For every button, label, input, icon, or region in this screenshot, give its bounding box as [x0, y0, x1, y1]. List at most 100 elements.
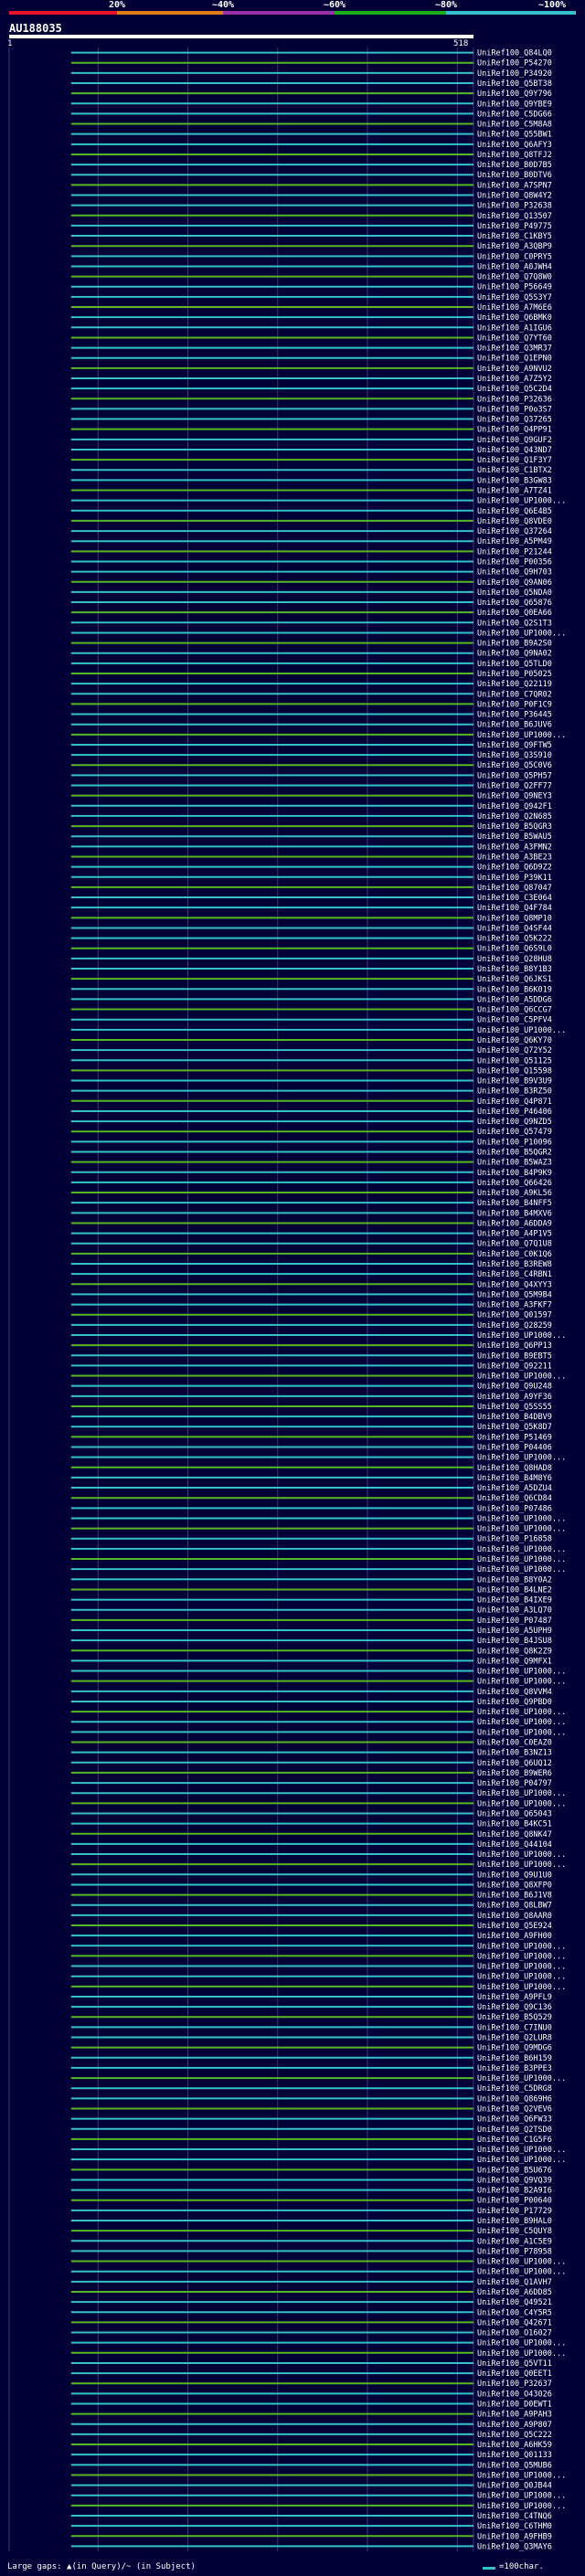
- hit-label[interactable]: UniRef100_UP1000...: [477, 1678, 566, 1687]
- hit-label[interactable]: UniRef100_A1C5E9: [477, 2237, 552, 2246]
- hit-label[interactable]: UniRef100_Q72Y52: [477, 1046, 552, 1055]
- hit-label[interactable]: UniRef100_C4Y5R5: [477, 2308, 552, 2317]
- hit-label[interactable]: UniRef100_Q0EA66: [477, 609, 552, 618]
- hit-label[interactable]: UniRef100_Q6CD84: [477, 1494, 552, 1503]
- hit-label[interactable]: UniRef100_Q8MP10: [477, 914, 552, 923]
- hit-label[interactable]: UniRef100_Q3S910: [477, 751, 552, 760]
- hit-label[interactable]: UniRef100_C4RBN1: [477, 1270, 552, 1279]
- hit-label[interactable]: UniRef100_UP1000...: [477, 1983, 566, 1992]
- hit-label[interactable]: UniRef100_UP1000...: [477, 1728, 566, 1737]
- hit-label[interactable]: UniRef100_Q4XYY3: [477, 1280, 552, 1289]
- hit-label[interactable]: UniRef100_UP1000...: [477, 2146, 566, 2155]
- hit-label[interactable]: UniRef100_UP1000...: [477, 1555, 566, 1564]
- hit-label[interactable]: UniRef100_Q6S9L0: [477, 945, 552, 954]
- hit-label[interactable]: UniRef100_Q4PP91: [477, 426, 552, 435]
- hit-label[interactable]: UniRef100_A9PFL9: [477, 1993, 552, 2002]
- hit-label[interactable]: UniRef100_Q55BW1: [477, 131, 552, 140]
- hit-label[interactable]: UniRef100_UP1000...: [477, 1565, 566, 1574]
- hit-label[interactable]: UniRef100_B9V3U9: [477, 1077, 552, 1087]
- hit-label[interactable]: UniRef100_P32638: [477, 202, 552, 211]
- hit-label[interactable]: UniRef100_Q9GUF2: [477, 436, 552, 445]
- hit-label[interactable]: UniRef100_UP1000...: [477, 1963, 566, 1972]
- hit-label[interactable]: UniRef100_UP1000...: [477, 1026, 566, 1035]
- hit-label[interactable]: UniRef100_Q8AAR0: [477, 1912, 552, 1921]
- hit-label[interactable]: UniRef100_B4LNE2: [477, 1585, 552, 1595]
- hit-label[interactable]: UniRef100_B3RZ50: [477, 1087, 552, 1097]
- hit-label[interactable]: UniRef100_B0DTV6: [477, 171, 552, 180]
- hit-label[interactable]: UniRef100_A9FHB9: [477, 2532, 552, 2541]
- hit-label[interactable]: UniRef100_Q3MR37: [477, 345, 552, 354]
- hit-label[interactable]: UniRef100_C0K1Q6: [477, 1250, 552, 1259]
- hit-label[interactable]: UniRef100_UP1000...: [477, 2349, 566, 2359]
- hit-label[interactable]: UniRef100_B9EBT5: [477, 1352, 552, 1361]
- hit-label[interactable]: UniRef100_A9YF36: [477, 1393, 552, 1402]
- hit-label[interactable]: UniRef100_Q8HAD8: [477, 1464, 552, 1473]
- hit-label[interactable]: UniRef100_P07486: [477, 1504, 552, 1513]
- hit-label[interactable]: UniRef100_P32637: [477, 2380, 552, 2389]
- hit-label[interactable]: UniRef100_B5Q529: [477, 2013, 552, 2022]
- hit-label[interactable]: UniRef100_Q6UQ12: [477, 1759, 552, 1768]
- hit-label[interactable]: UniRef100_Q28HU8: [477, 955, 552, 964]
- hit-label[interactable]: UniRef100_B8Y0A2: [477, 1575, 552, 1585]
- hit-label[interactable]: UniRef100_Q9YBE9: [477, 100, 552, 109]
- hit-label[interactable]: UniRef100_UP1000...: [477, 1708, 566, 1717]
- hit-label[interactable]: UniRef100_Q5MUB6: [477, 2461, 552, 2470]
- hit-label[interactable]: UniRef100_P51469: [477, 1433, 552, 1442]
- hit-label[interactable]: UniRef100_Q9PBD0: [477, 1698, 552, 1707]
- hit-label[interactable]: UniRef100_C6THM0: [477, 2522, 552, 2531]
- hit-label[interactable]: UniRef100_UP1000...: [477, 2074, 566, 2083]
- hit-label[interactable]: UniRef100_P54270: [477, 59, 552, 69]
- hit-label[interactable]: UniRef100_Q2N685: [477, 812, 552, 822]
- hit-label[interactable]: UniRef100_B4MXV6: [477, 1209, 552, 1218]
- hit-label[interactable]: UniRef100_A3LQ70: [477, 1606, 552, 1616]
- hit-label[interactable]: UniRef100_Q6D9Z2: [477, 864, 552, 873]
- hit-label[interactable]: UniRef100_A5UPH9: [477, 1627, 552, 1636]
- hit-label[interactable]: UniRef100_Q9FTW5: [477, 741, 552, 750]
- hit-label[interactable]: UniRef100_A4P1V5: [477, 1230, 552, 1239]
- hit-label[interactable]: UniRef100_B3PPE3: [477, 2064, 552, 2073]
- hit-label[interactable]: UniRef100_A6DDA9: [477, 1219, 552, 1228]
- hit-label[interactable]: UniRef100_A7TZ41: [477, 487, 552, 496]
- hit-label[interactable]: UniRef100_C5DG66: [477, 110, 552, 119]
- hit-label[interactable]: UniRef100_Q6JKS1: [477, 975, 552, 984]
- hit-label[interactable]: UniRef100_Q9Y796: [477, 90, 552, 99]
- hit-label[interactable]: UniRef100_A3FMN2: [477, 843, 552, 852]
- hit-label[interactable]: UniRef100_UP1000...: [477, 2268, 566, 2277]
- hit-label[interactable]: UniRef100_Q0JB44: [477, 2482, 552, 2491]
- hit-label[interactable]: UniRef100_D0EWT1: [477, 2400, 552, 2409]
- hit-label[interactable]: UniRef100_A3FKF7: [477, 1301, 552, 1310]
- hit-label[interactable]: UniRef100_B5WAU5: [477, 832, 552, 842]
- hit-label[interactable]: UniRef100_Q84LQ0: [477, 49, 552, 58]
- hit-label[interactable]: UniRef100_Q5M9B4: [477, 1290, 552, 1299]
- hit-label[interactable]: UniRef100_P0o3S7: [477, 405, 552, 414]
- hit-label[interactable]: UniRef100_Q49521: [477, 2298, 552, 2307]
- hit-label[interactable]: UniRef100_Q65043: [477, 1809, 552, 1818]
- hit-label[interactable]: UniRef100_A9FH00: [477, 1932, 552, 1941]
- hit-label[interactable]: UniRef100_UP1000...: [477, 1973, 566, 1982]
- hit-label[interactable]: UniRef100_Q01133: [477, 2451, 552, 2460]
- hit-label[interactable]: UniRef100_Q5C222: [477, 2431, 552, 2440]
- hit-label[interactable]: UniRef100_B4JSU8: [477, 1637, 552, 1646]
- hit-label[interactable]: UniRef100_C1G5F6: [477, 2136, 552, 2145]
- hit-label[interactable]: UniRef100_Q7YT60: [477, 334, 552, 343]
- hit-label[interactable]: UniRef100_Q13507: [477, 212, 552, 221]
- hit-label[interactable]: UniRef100_UP1000...: [477, 2502, 566, 2511]
- hit-label[interactable]: UniRef100_B4M8Y6: [477, 1474, 552, 1483]
- hit-label[interactable]: UniRef100_Q9NZD5: [477, 1118, 552, 1127]
- hit-label[interactable]: UniRef100_UP1000...: [477, 1525, 566, 1534]
- hit-label[interactable]: UniRef100_UP1000...: [477, 1545, 566, 1554]
- hit-label[interactable]: UniRef100_Q5E924: [477, 1922, 552, 1931]
- hit-label[interactable]: UniRef100_A7M6E6: [477, 303, 552, 313]
- hit-label[interactable]: UniRef100_Q942F1: [477, 802, 552, 811]
- hit-label[interactable]: UniRef100_P07487: [477, 1617, 552, 1626]
- hit-label[interactable]: UniRef100_UP1000...: [477, 1789, 566, 1798]
- hit-label[interactable]: UniRef100_Q5S3Y7: [477, 293, 552, 302]
- hit-label[interactable]: UniRef100_B5WAZ3: [477, 1159, 552, 1168]
- hit-label[interactable]: UniRef100_Q8NK47: [477, 1830, 552, 1839]
- hit-label[interactable]: UniRef100_Q66426: [477, 1179, 552, 1188]
- hit-label[interactable]: UniRef100_B6K019: [477, 985, 552, 994]
- hit-label[interactable]: UniRef100_Q8VVM4: [477, 1688, 552, 1697]
- hit-label[interactable]: UniRef100_A6HK59: [477, 2441, 552, 2450]
- hit-label[interactable]: UniRef100_Q9VQ39: [477, 2176, 552, 2185]
- hit-label[interactable]: UniRef100_UP1000...: [477, 1850, 566, 1860]
